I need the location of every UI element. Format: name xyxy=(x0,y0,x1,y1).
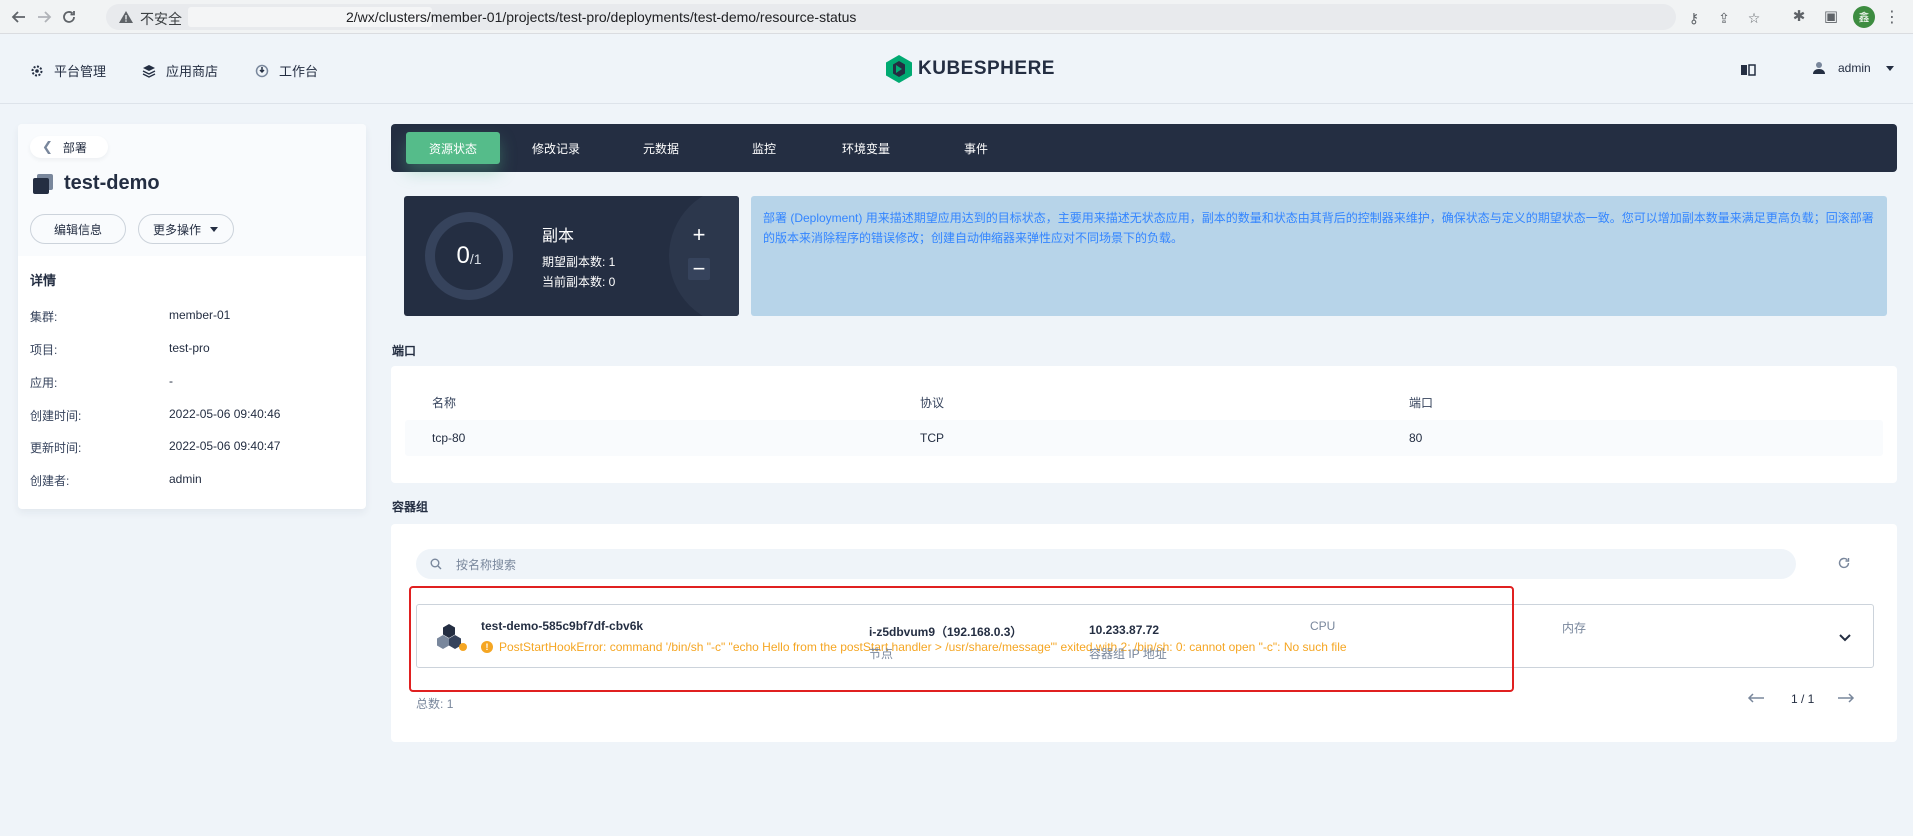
detail-key: 应用: xyxy=(30,376,58,390)
search-placeholder: 按名称搜索 xyxy=(456,557,517,572)
replica-card: 0 /1 副本 期望副本数: 1 当前副本数: 0 + − xyxy=(404,196,739,316)
replica-current-line: 当前副本数: 0 xyxy=(542,275,616,289)
detail-value: 2022-05-06 09:40:47 xyxy=(169,439,281,453)
logo-text: KUBESPHERE xyxy=(918,58,1055,79)
replica-current: 0 xyxy=(456,242,470,269)
tab-bar: 资源状态 修改记录 元数据 监控 环境变量 事件 xyxy=(391,124,1897,172)
caret-down-icon xyxy=(1885,66,1894,71)
share-icon[interactable]: ⇪ xyxy=(1716,10,1732,26)
detail-key: 创建者: xyxy=(30,474,70,488)
user-name: admin xyxy=(1838,61,1871,75)
next-page-arrow-icon[interactable] xyxy=(1837,692,1855,707)
table-row: tcp-80 TCP 80 xyxy=(405,420,1883,456)
detail-key: 集群: xyxy=(30,310,58,324)
app-store-icon xyxy=(142,64,156,78)
gear-icon xyxy=(31,65,43,76)
kubesphere-logo[interactable]: KUBESPHERE xyxy=(886,55,1055,83)
tab-metadata[interactable]: 元数据 xyxy=(629,132,693,164)
user-menu[interactable]: admin xyxy=(1812,61,1895,75)
ports-section-label: 端口 xyxy=(392,344,417,358)
edit-info-label: 编辑信息 xyxy=(53,222,102,237)
forward-arrow-icon[interactable] xyxy=(33,6,55,28)
port-protocol: TCP xyxy=(920,431,944,445)
address-bar[interactable]: 不安全 2/wx/clusters/member-01/projects/tes… xyxy=(106,4,1760,30)
back-label: 部署 xyxy=(62,140,87,155)
chevron-left-icon: ❮ xyxy=(42,139,53,154)
reload-icon[interactable] xyxy=(58,6,80,28)
url-text: 2/wx/clusters/member-01/projects/test-pr… xyxy=(346,9,857,25)
pods-section-label: 容器组 xyxy=(392,500,429,514)
search-icon xyxy=(430,558,442,570)
detail-value: - xyxy=(169,374,173,388)
workbench-icon xyxy=(255,64,269,77)
port-header-port: 端口 xyxy=(1409,396,1434,410)
browser-toolbar: 不安全 2/wx/clusters/member-01/projects/tes… xyxy=(0,0,1913,34)
pod-memory-label: 内存 xyxy=(1562,621,1587,635)
detail-key: 更新时间: xyxy=(30,441,82,455)
detail-value: 2022-05-06 09:40:46 xyxy=(169,407,281,421)
deployment-description: 部署 (Deployment) 用来描述期望应用达到的目标状态，主要用来描述无状… xyxy=(751,196,1887,316)
deployment-icon xyxy=(33,173,53,194)
pod-search-input[interactable]: 按名称搜索 xyxy=(416,549,1796,579)
bookmark-star-icon[interactable]: ☆ xyxy=(1746,10,1762,26)
key-icon[interactable]: ⚷ xyxy=(1686,10,1702,26)
nav-app-store[interactable]: 应用商店 xyxy=(142,61,218,80)
total-count: 1 xyxy=(446,697,454,711)
nav-label: 应用商店 xyxy=(166,64,219,79)
kubesphere-logo-icon xyxy=(886,55,912,83)
nav-platform-management[interactable]: 平台管理 xyxy=(30,61,106,80)
port-header-protocol: 协议 xyxy=(920,396,945,410)
tab-resource-status[interactable]: 资源状态 xyxy=(406,132,500,164)
browser-menu-icon[interactable]: ⋮ xyxy=(1884,6,1900,28)
nav-label: 平台管理 xyxy=(54,64,107,79)
error-highlight-box xyxy=(409,586,1514,692)
increase-replicas-button[interactable]: + xyxy=(688,224,710,246)
edit-info-button[interactable]: 编辑信息 xyxy=(30,214,126,244)
detail-value: admin xyxy=(169,472,202,486)
more-actions-label: 更多操作 xyxy=(152,222,201,237)
page-indicator: 1 / 1 xyxy=(1791,692,1815,706)
user-icon xyxy=(1813,62,1825,74)
profile-avatar[interactable]: 鑫 xyxy=(1853,6,1875,28)
replica-desired: /1 xyxy=(469,251,482,267)
refresh-icon[interactable] xyxy=(1837,556,1851,570)
port-number: 80 xyxy=(1409,431,1423,445)
detail-value: test-pro xyxy=(169,341,210,355)
total-label: 总数: xyxy=(416,697,444,711)
details-heading: 详情 xyxy=(30,273,57,288)
decrease-replicas-button[interactable]: − xyxy=(688,258,710,280)
nav-workbench[interactable]: 工作台 xyxy=(255,61,318,80)
detail-key: 创建时间: xyxy=(30,409,82,423)
deployment-name: test-demo xyxy=(64,172,160,194)
replica-count: 0 /1 xyxy=(424,211,514,301)
detail-panel-header: ❮ 部署 test-demo 编辑信息 更多操作 xyxy=(18,124,366,256)
pod-total: 总数: 1 xyxy=(416,695,453,712)
caret-down-icon xyxy=(210,227,218,232)
tab-environment-variables[interactable]: 环境变量 xyxy=(831,132,901,164)
back-to-deployments-button[interactable]: ❮ 部署 xyxy=(30,136,108,158)
more-actions-button[interactable]: 更多操作 xyxy=(138,214,234,244)
detail-key: 项目: xyxy=(30,343,58,357)
app-header: 平台管理 应用商店 工作台 KUBESPHERE admin xyxy=(0,35,1913,104)
chevron-down-icon[interactable] xyxy=(1837,629,1853,645)
replica-desired-line: 期望副本数: 1 xyxy=(542,255,616,269)
port-header-name: 名称 xyxy=(432,396,457,410)
ports-panel: 名称 协议 端口 tcp-80 TCP 80 xyxy=(391,366,1897,483)
page-title: test-demo xyxy=(32,172,160,195)
tab-events[interactable]: 事件 xyxy=(949,132,1003,164)
docs-icon[interactable] xyxy=(1740,63,1756,77)
detail-panel: ❮ 部署 test-demo 编辑信息 更多操作 详情 集群: member-0… xyxy=(18,124,366,509)
port-name: tcp-80 xyxy=(432,431,466,445)
side-panel-icon[interactable]: ▣ xyxy=(1822,7,1840,25)
warning-triangle-icon xyxy=(119,11,133,23)
detail-value: member-01 xyxy=(169,308,231,322)
tab-revision-records[interactable]: 修改记录 xyxy=(516,132,596,164)
nav-label: 工作台 xyxy=(279,64,319,79)
replica-title: 副本 xyxy=(542,228,575,245)
back-arrow-icon[interactable] xyxy=(8,6,30,28)
tab-monitoring[interactable]: 监控 xyxy=(737,132,791,164)
security-label: 不安全 xyxy=(140,11,182,27)
extensions-icon[interactable]: ✱ xyxy=(1790,7,1808,25)
prev-page-arrow-icon[interactable] xyxy=(1747,692,1765,707)
